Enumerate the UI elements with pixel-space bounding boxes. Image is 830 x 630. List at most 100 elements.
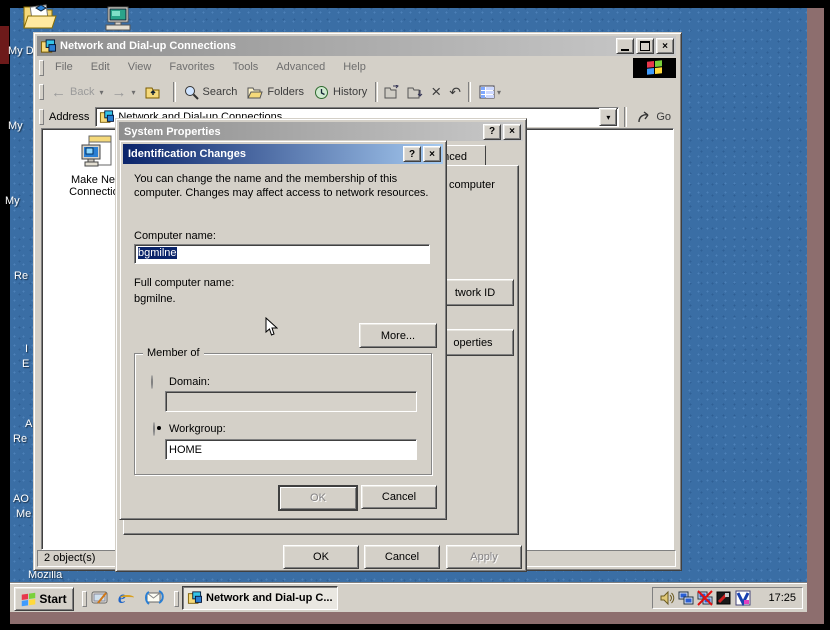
copy-to-button[interactable] (404, 81, 427, 103)
network-status-icon[interactable] (678, 590, 694, 606)
domain-label: Domain: (169, 376, 210, 388)
internet-explorer-button[interactable]: e (118, 587, 126, 608)
menu-help[interactable]: Help (334, 57, 375, 78)
move-to-icon (384, 85, 401, 99)
toolbar-grip[interactable] (39, 84, 44, 100)
chevron-down-icon: ▾ (606, 113, 610, 122)
clock[interactable]: 17:25 (768, 592, 796, 604)
desktop-label[interactable]: Re (13, 433, 27, 445)
mouse-cursor (265, 317, 278, 337)
virusscan-icon[interactable] (735, 590, 751, 606)
identification-changes-titlebar[interactable]: Identification Changes ? × (123, 144, 443, 164)
ok-button[interactable]: OK (283, 545, 359, 569)
computer-name-input[interactable]: bgmilne (134, 244, 430, 264)
start-label: Start (39, 592, 66, 606)
search-button[interactable]: Search (179, 81, 243, 103)
close-button[interactable]: × (423, 146, 441, 162)
toolbar-separator (375, 82, 378, 102)
menu-file[interactable]: File (46, 57, 82, 78)
volume-icon[interactable] (659, 590, 675, 606)
tasks-grip[interactable] (174, 591, 179, 607)
ie-orbit (120, 595, 134, 600)
outlook-express-button[interactable] (144, 588, 165, 610)
views-button[interactable]: ▾ (474, 81, 506, 103)
apply-button[interactable]: Apply (446, 545, 522, 569)
desktop-label-my-documents[interactable]: My D (8, 45, 34, 57)
go-label: Go (656, 111, 671, 123)
system-properties-titlebar[interactable]: System Properties ? × (119, 122, 523, 141)
workgroup-radio[interactable] (153, 422, 155, 436)
start-windows-flag-icon (22, 592, 36, 606)
network-id-text-fragment: computer (449, 179, 495, 191)
more-button[interactable]: More... (359, 323, 437, 348)
show-desktop-icon (90, 588, 110, 607)
go-arrow-icon (637, 111, 653, 124)
address-grip[interactable] (39, 109, 44, 125)
start-button[interactable]: Start (14, 587, 74, 611)
bezel-right (807, 8, 824, 624)
close-icon: × (509, 126, 515, 137)
desktop-label[interactable]: A (25, 418, 32, 430)
menu-view[interactable]: View (119, 57, 161, 78)
help-button[interactable]: ? (483, 124, 501, 140)
address-separator (624, 107, 627, 127)
domain-input[interactable] (165, 391, 417, 412)
desktop-label[interactable]: Me (16, 508, 31, 520)
computer-glyph (102, 6, 134, 32)
address-dropdown-button[interactable]: ▾ (599, 108, 617, 126)
network-disconnected-icon[interactable] (697, 590, 713, 606)
desktop-label[interactable]: I (25, 343, 28, 355)
menu-favorites[interactable]: Favorites (160, 57, 223, 78)
desktop-label[interactable]: My (5, 195, 20, 207)
move-to-button[interactable] (381, 81, 404, 103)
workgroup-label: Workgroup: (169, 423, 226, 435)
desktop-label[interactable]: E (22, 358, 29, 370)
make-new-connection-icon (79, 135, 115, 171)
network-folder-icon (40, 39, 56, 54)
help-button[interactable]: ? (403, 146, 421, 162)
back-button[interactable]: ←Back (46, 81, 99, 103)
my-computer-icon[interactable] (102, 6, 134, 35)
maximize-button[interactable] (636, 38, 654, 54)
toolbar-separator (173, 82, 176, 102)
forward-dropdown[interactable]: ▾ (131, 88, 135, 97)
mail-icon (144, 588, 165, 607)
menu-advanced[interactable]: Advanced (267, 57, 334, 78)
maximize-icon (640, 41, 650, 51)
desktop-label[interactable]: Re (14, 270, 28, 282)
computer-name-label: Computer name: (134, 230, 216, 242)
cancel-button[interactable]: Cancel (364, 545, 440, 569)
quicklaunch-grip[interactable] (82, 591, 87, 607)
network-id-button[interactable]: twork ID (436, 279, 514, 306)
history-button[interactable]: History (309, 81, 372, 103)
full-computer-name-value: bgmilne. (134, 293, 176, 305)
delete-button[interactable]: × (427, 81, 445, 103)
minimize-button[interactable] (616, 38, 634, 54)
menu-tools[interactable]: Tools (224, 57, 268, 78)
my-documents-icon[interactable] (22, 4, 58, 34)
workgroup-input[interactable] (165, 439, 417, 460)
task-button-network-connections[interactable]: Network and Dial-up C... (182, 586, 338, 610)
show-desktop-button[interactable] (90, 588, 110, 610)
views-dropdown[interactable]: ▾ (497, 88, 501, 97)
up-button[interactable] (140, 81, 166, 104)
forward-button[interactable]: → (103, 81, 131, 103)
window-titlebar[interactable]: Network and Dial-up Connections × (37, 36, 676, 56)
close-button[interactable]: × (656, 38, 674, 54)
cancel-button[interactable]: Cancel (361, 485, 437, 509)
close-button[interactable]: × (503, 124, 521, 140)
go-button[interactable]: Go (632, 106, 676, 128)
folders-button[interactable]: Folders (242, 81, 309, 103)
menu-grip[interactable] (39, 60, 44, 76)
domain-radio[interactable] (151, 375, 153, 389)
desktop-label[interactable]: My (8, 120, 23, 132)
identification-changes-title: Identification Changes (128, 148, 246, 160)
toolbar: ←Back ▾ → ▾ Search (37, 79, 676, 105)
menu-edit[interactable]: Edit (82, 57, 119, 78)
utility-tray-icon[interactable] (716, 590, 732, 606)
undo-button[interactable]: ↶ (445, 81, 465, 103)
desktop-label[interactable]: AO (13, 493, 29, 505)
task-button-label: Network and Dial-up C... (206, 592, 333, 604)
folders-icon (247, 86, 263, 99)
ok-button[interactable]: OK (278, 485, 358, 511)
